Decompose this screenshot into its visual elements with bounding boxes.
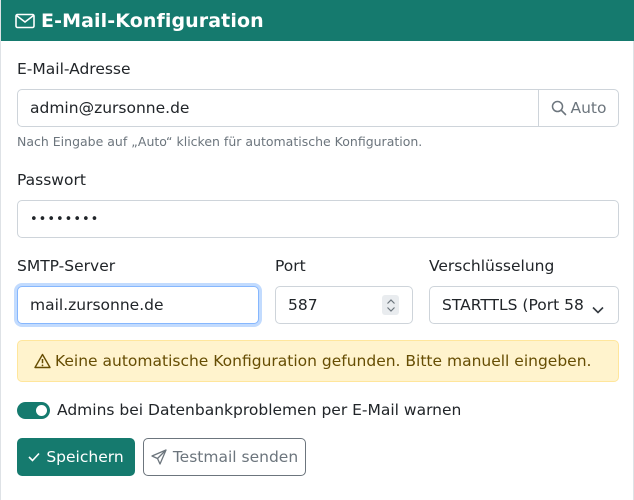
card-title: E-Mail-Konfiguration [41, 9, 264, 32]
warning-alert-text: Keine automatische Konfiguration gefunde… [55, 352, 592, 370]
port-label: Port [275, 257, 306, 275]
card-header: E-Mail-Konfiguration [1, 0, 634, 41]
password-label: Passwort [17, 171, 86, 189]
check-icon [28, 452, 40, 462]
warning-icon [34, 353, 51, 369]
encryption-select[interactable]: STARTTLS (Port 587) [429, 286, 619, 324]
smtp-server-input[interactable] [17, 286, 259, 324]
warning-alert: Keine automatische Konfiguration gefunde… [17, 340, 619, 382]
chevron-down-icon [592, 300, 604, 318]
password-input[interactable]: •••••••• [17, 200, 619, 238]
encryption-label: Verschlüsselung [429, 257, 555, 275]
auto-button[interactable]: Auto [538, 89, 619, 127]
admin-notify-label: Admins bei Datenbankproblemen per E-Mail… [57, 401, 462, 419]
admin-notify-toggle[interactable] [17, 402, 50, 419]
email-input[interactable] [17, 89, 539, 127]
save-button-label: Speichern [46, 448, 124, 466]
send-test-mail-button[interactable]: Testmail senden [143, 438, 306, 476]
email-config-card: E-Mail-Konfiguration E-Mail-Adresse Auto… [0, 0, 634, 500]
encryption-select-value: STARTTLS (Port 587) [442, 296, 585, 314]
email-hint: Nach Eingabe auf „Auto“ klicken für auto… [17, 134, 423, 149]
smtp-label: SMTP-Server [17, 257, 116, 275]
port-stepper[interactable] [382, 295, 399, 315]
send-icon [151, 449, 167, 465]
toggle-knob [36, 405, 47, 416]
auto-button-label: Auto [570, 99, 607, 117]
search-icon [551, 100, 567, 116]
chevron-up-icon[interactable] [386, 298, 395, 304]
envelope-icon [15, 13, 35, 29]
send-test-mail-label: Testmail senden [172, 448, 299, 466]
email-label: E-Mail-Adresse [17, 60, 131, 78]
chevron-down-icon[interactable] [386, 306, 395, 312]
save-button[interactable]: Speichern [17, 438, 135, 476]
